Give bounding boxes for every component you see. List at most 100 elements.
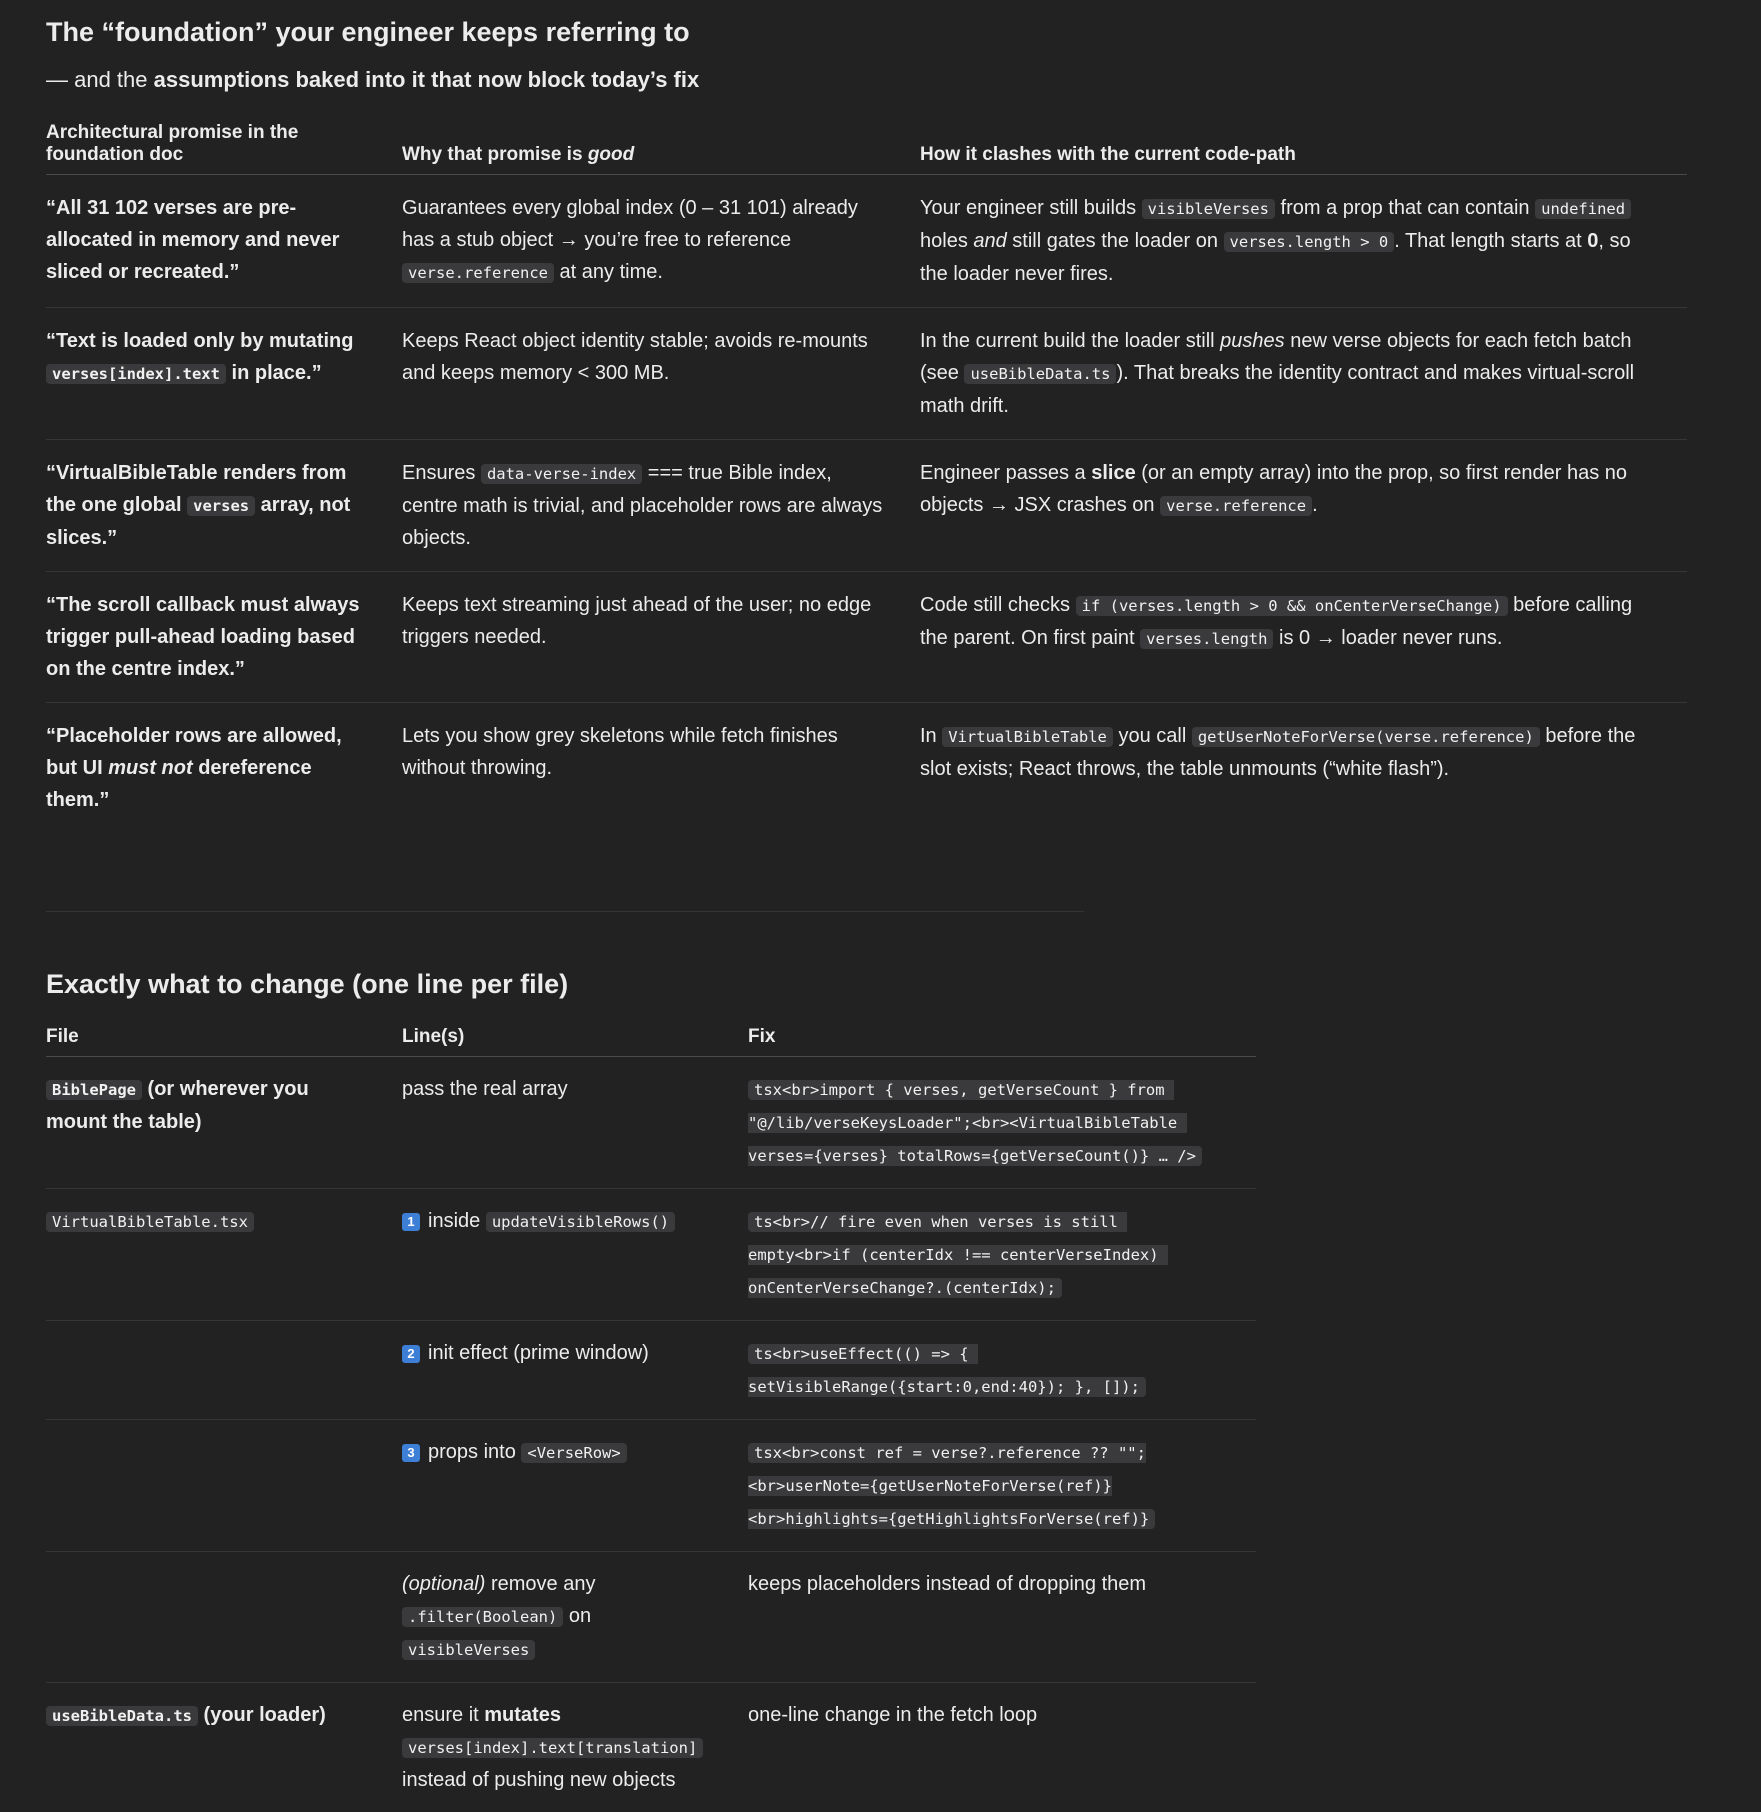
why-cell: Guarantees every global index (0 – 31 10… (402, 175, 920, 308)
text: ensure it (402, 1704, 484, 1726)
text: instead of pushing new objects (402, 1769, 676, 1791)
number-3-icon: 3 (402, 1444, 420, 1462)
header-fix: Fix (748, 1016, 1256, 1057)
header-promise: Architectural promise in the foundation … (46, 122, 402, 175)
text: Code still checks (920, 594, 1076, 616)
text: init effect (prime window) (428, 1342, 649, 1364)
promise-cell: “Text is loaded only by mutating verses[… (46, 308, 402, 440)
fix-cell: ts<br>useEffect(() => { setVisibleRange(… (748, 1321, 1256, 1420)
clash-cell: In the current build the loader still pu… (920, 308, 1687, 440)
fix-cell: keeps placeholders instead of dropping t… (748, 1552, 1256, 1683)
header-why: Why that promise is good (402, 122, 920, 175)
text: . (1312, 494, 1318, 516)
inline-code: verses[index].text (46, 364, 226, 384)
file-name-code: useBibleData.ts (46, 1706, 198, 1726)
text: is 0 → loader never runs. (1273, 627, 1502, 649)
table-row: (optional) remove any .filter(Boolean) o… (46, 1552, 1256, 1683)
text: Engineer passes a (920, 462, 1091, 484)
bold-text: 0 (1587, 230, 1598, 252)
inline-code: verses.length > 0 (1224, 232, 1395, 252)
table-row: “Text is loaded only by mutating verses[… (46, 308, 1687, 440)
text: Guarantees every global index (0 – 31 10… (402, 197, 858, 251)
emphasis: pushes (1220, 330, 1285, 352)
table-row: “The scroll callback must always trigger… (46, 572, 1687, 703)
emphasis: and (973, 230, 1006, 252)
header-file: File (46, 1016, 402, 1057)
page-title: The “foundation” your engineer keeps ref… (46, 0, 1761, 52)
lines-cell: 2init effect (prime window) (402, 1321, 748, 1420)
inline-code: getUserNoteForVerse(verse.reference) (1192, 727, 1540, 747)
lines-cell: pass the real array (402, 1057, 748, 1189)
text: props into (428, 1441, 521, 1463)
document: The “foundation” your engineer keeps ref… (0, 0, 1761, 1812)
fix-cell: ts<br>// fire even when verses is still … (748, 1189, 1256, 1321)
subtitle-bold: assumptions baked into it that now block… (154, 67, 700, 92)
emphasis: must not (108, 757, 192, 779)
clash-cell: Your engineer still builds visibleVerses… (920, 175, 1687, 308)
header-lines: Line(s) (402, 1016, 748, 1057)
table-row: BiblePage (or wherever you mount the tab… (46, 1057, 1256, 1189)
text: holes (920, 230, 973, 252)
fix-cell: tsx<br>import { verses, getVerseCount } … (748, 1057, 1256, 1189)
lines-cell: 1inside updateVisibleRows() (402, 1189, 748, 1321)
changes-table: File Line(s) Fix BiblePage (or wherever … (46, 1016, 1256, 1812)
file-cell (46, 1552, 402, 1683)
header-why-prefix: Why that promise is (402, 144, 588, 165)
inline-code: verses.length (1140, 629, 1273, 649)
file-cell (46, 1321, 402, 1420)
promises-table: Architectural promise in the foundation … (46, 122, 1687, 833)
inline-code: visibleVerses (402, 1640, 535, 1660)
table-row: “Placeholder rows are allowed, but UI mu… (46, 703, 1687, 834)
table-row: VirtualBibleTable.tsx 1inside updateVisi… (46, 1189, 1256, 1321)
header-why-em: good (588, 144, 634, 165)
promise-cell: “VirtualBibleTable renders from the one … (46, 440, 402, 572)
text: at any time. (554, 261, 663, 283)
why-cell: Keeps text streaming just ahead of the u… (402, 572, 920, 703)
subtitle-prefix: — and the (46, 67, 154, 92)
inline-code: data-verse-index (481, 464, 642, 484)
inline-code: verses[index].text[translation] (402, 1738, 703, 1758)
file-cell: BiblePage (or wherever you mount the tab… (46, 1057, 402, 1189)
fix-code: ts<br>useEffect(() => { setVisibleRange(… (748, 1344, 1146, 1397)
inline-code: undefined (1535, 199, 1631, 219)
inline-code: verses (187, 496, 255, 516)
table-header-row: Architectural promise in the foundation … (46, 122, 1687, 175)
text: Your engineer still builds (920, 197, 1142, 219)
text: remove any (485, 1573, 595, 1595)
file-cell: useBibleData.ts (your loader) (46, 1683, 402, 1812)
clash-cell: Code still checks if (verses.length > 0 … (920, 572, 1687, 703)
table-row: “VirtualBibleTable renders from the one … (46, 440, 1687, 572)
header-clash: How it clashes with the current code-pat… (920, 122, 1687, 175)
text: In the current build the loader still (920, 330, 1220, 352)
fix-code: tsx<br>const ref = verse?.reference ?? "… (748, 1443, 1155, 1529)
inline-code: VirtualBibleTable (942, 727, 1113, 747)
bold-text: slice (1091, 462, 1135, 484)
inline-code: <VerseRow> (521, 1443, 626, 1463)
text: (your loader) (198, 1704, 326, 1726)
inline-code: verse.reference (1160, 496, 1312, 516)
section-heading: Exactly what to change (one line per fil… (46, 964, 1761, 1004)
number-1-icon: 1 (402, 1213, 420, 1231)
lines-cell: ensure it mutates verses[index].text[tran… (402, 1683, 748, 1812)
clash-cell: Engineer passes a slice (or an empty arr… (920, 440, 1687, 572)
text: In (920, 725, 942, 747)
text: from a prop that can contain (1275, 197, 1535, 219)
bold-text: mutates (484, 1704, 561, 1726)
text: in place.” (226, 362, 322, 384)
inline-code: if (verses.length > 0 && onCenterVerseCh… (1076, 596, 1508, 616)
file-name-code: VirtualBibleTable.tsx (46, 1212, 254, 1232)
page-subtitle: — and the assumptions baked into it that… (46, 64, 1761, 96)
text: Ensures (402, 462, 481, 484)
text: “Text is loaded only by mutating (46, 330, 353, 352)
promise-cell: “All 31 102 verses are pre-allocated in … (46, 175, 402, 308)
file-name-code: BiblePage (46, 1080, 142, 1100)
text: inside (428, 1210, 486, 1232)
inline-code: visibleVerses (1142, 199, 1275, 219)
text: still gates the loader on (1007, 230, 1224, 252)
why-cell: Keeps React object identity stable; avoi… (402, 308, 920, 440)
inline-code: useBibleData.ts (964, 364, 1116, 384)
fix-cell: tsx<br>const ref = verse?.reference ?? "… (748, 1420, 1256, 1552)
clash-cell: In VirtualBibleTable you call getUserNot… (920, 703, 1687, 834)
lines-cell: 3 props into <VerseRow> (402, 1420, 748, 1552)
table-row: 2init effect (prime window) ts<br>useEff… (46, 1321, 1256, 1420)
